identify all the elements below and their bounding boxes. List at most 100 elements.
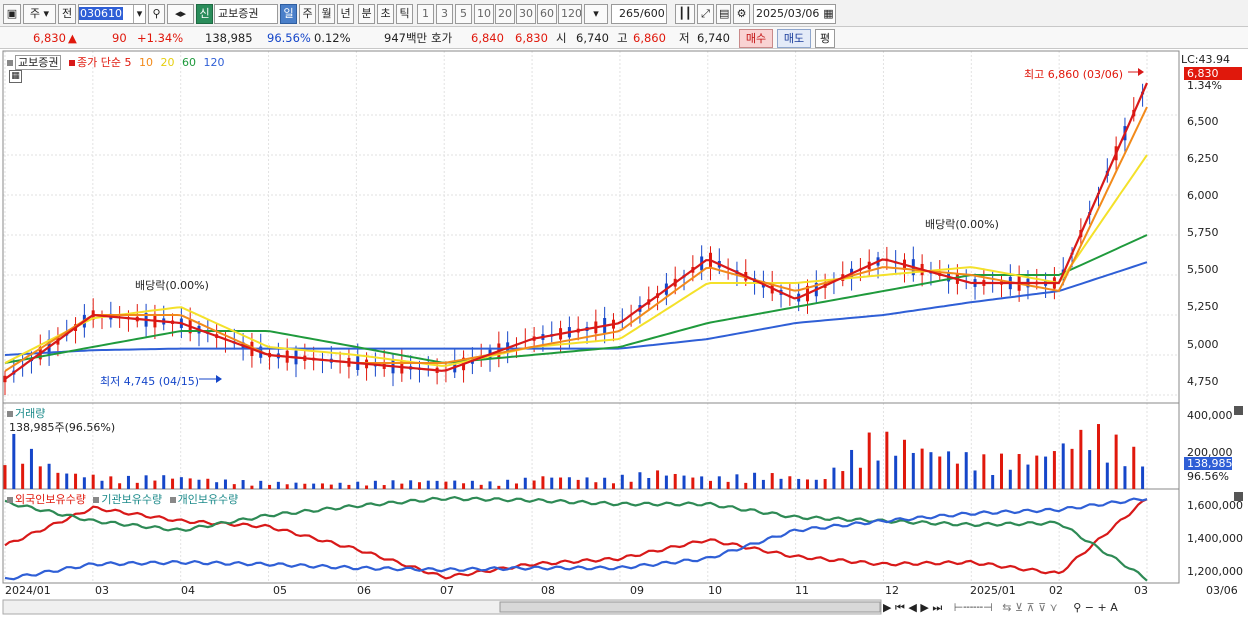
- stock-name-field[interactable]: 교보증권: [214, 4, 278, 24]
- search-icon[interactable]: ⚲: [148, 4, 165, 24]
- interval-60[interactable]: 60: [537, 4, 557, 24]
- volume-bar: [3, 465, 7, 489]
- gear-icon[interactable]: ⚙: [733, 4, 750, 24]
- count-field[interactable]: 265/600: [611, 4, 667, 24]
- x-label: 04: [181, 584, 195, 597]
- interval-20[interactable]: 20: [495, 4, 515, 24]
- prev-button[interactable]: 전: [58, 4, 76, 24]
- dividend-note-1: 배당락(0.00%): [135, 279, 209, 292]
- zoom-out-icon[interactable]: −: [1085, 601, 1094, 614]
- volume-bar: [1044, 456, 1048, 489]
- prev-page-icon[interactable]: ◀: [908, 601, 916, 614]
- volume-bar: [894, 455, 898, 489]
- hold-y-tick: 1,400,000: [1187, 532, 1243, 545]
- period-second[interactable]: 초: [377, 4, 394, 24]
- interval-120[interactable]: 120: [558, 4, 582, 24]
- interval-custom-select[interactable]: ▾: [584, 4, 608, 24]
- date-field[interactable]: 2025/03/06 ▦: [753, 4, 836, 24]
- tool-icons[interactable]: ⇆ ⊻ ⊼ ⊽ ⋎: [1002, 601, 1057, 614]
- x-label: 2024/01: [5, 584, 51, 597]
- volume-bar: [1061, 443, 1065, 489]
- volume-bars: [3, 424, 1145, 489]
- layout-icon[interactable]: ▣: [3, 4, 21, 24]
- rewind-icon[interactable]: ⏮: [895, 601, 905, 614]
- volume-bar: [876, 460, 880, 489]
- volume-bar: [867, 432, 871, 489]
- interval-3[interactable]: 3: [436, 4, 453, 24]
- period-tick[interactable]: 틱: [396, 4, 413, 24]
- zoom-search-icon[interactable]: ⚲: [1073, 601, 1081, 614]
- volume-bar: [1123, 466, 1127, 489]
- volume-bar: [47, 463, 51, 489]
- period-year[interactable]: 년: [337, 4, 354, 24]
- save-icon[interactable]: ▤: [716, 4, 731, 24]
- scroll-range-icon[interactable]: ⊢╌╌╌⊣: [954, 601, 993, 614]
- count-value: 265: [619, 7, 640, 20]
- volume-bar: [1141, 466, 1145, 489]
- volume-bar: [999, 453, 1003, 489]
- volume-bar: [1070, 448, 1074, 489]
- font-size-icon[interactable]: A: [1110, 601, 1118, 614]
- volume-bar: [611, 483, 615, 489]
- volume-bar: [356, 481, 360, 489]
- price-chart-area[interactable]: [0, 49, 1248, 621]
- volume-bar: [479, 484, 483, 489]
- y-tick: 5,750: [1187, 226, 1219, 239]
- play-icon[interactable]: ▶: [883, 601, 891, 614]
- volume-bar: [1105, 462, 1109, 489]
- x-label: 06: [357, 584, 371, 597]
- volume-bar: [964, 452, 968, 489]
- eval-button[interactable]: 평: [815, 29, 835, 48]
- volume-bar: [373, 480, 377, 489]
- interval-5[interactable]: 5: [455, 4, 472, 24]
- new-listing-badge: 신: [196, 4, 213, 24]
- volume-bar: [647, 477, 651, 489]
- calendar-icon[interactable]: ▦: [822, 5, 835, 23]
- period-month[interactable]: 월: [318, 4, 335, 24]
- end-icon[interactable]: ⏭: [932, 601, 942, 614]
- low-marker-arrow: [216, 375, 222, 383]
- price-change-pct: +1.34%: [137, 31, 184, 45]
- chevron-down-icon[interactable]: ▾: [133, 5, 145, 23]
- period-week[interactable]: 주: [299, 4, 316, 24]
- volume-bar: [673, 473, 677, 489]
- volume-bar: [197, 479, 201, 489]
- zoom-in-icon[interactable]: +: [1097, 601, 1106, 614]
- sell-button[interactable]: 매도: [777, 29, 811, 48]
- volume-bar: [294, 482, 298, 489]
- interval-10[interactable]: 10: [474, 4, 494, 24]
- volume-bar: [453, 480, 457, 489]
- candle-icon[interactable]: ┃┃: [675, 4, 695, 24]
- speaker-icon[interactable]: ◂▸: [167, 4, 194, 24]
- y-tick: 6,000: [1187, 189, 1219, 202]
- period-minute[interactable]: 분: [358, 4, 375, 24]
- legend-swatch: [7, 411, 13, 417]
- individual-holdings-label: 개인보유수량: [177, 493, 239, 506]
- volume-bar: [171, 478, 175, 489]
- hold-y-tick: 1,600,000: [1187, 499, 1243, 512]
- volume-bar: [444, 481, 448, 489]
- x-label: 11: [795, 584, 809, 597]
- panel-close-icon[interactable]: [1234, 406, 1243, 415]
- volume-bar: [312, 483, 316, 489]
- x-label: 08: [541, 584, 555, 597]
- volume-bar: [700, 476, 704, 489]
- volume-bar: [691, 477, 695, 489]
- period-day[interactable]: 일: [280, 4, 297, 24]
- stock-code-input[interactable]: 030610 ▾: [78, 4, 146, 24]
- table-icon[interactable]: ▦: [9, 70, 22, 83]
- interval-1[interactable]: 1: [417, 4, 434, 24]
- buy-button[interactable]: 매수: [739, 29, 773, 48]
- draw-tool-icon[interactable]: ⤢: [697, 4, 714, 24]
- next-page-icon[interactable]: ▶: [920, 601, 928, 614]
- volume-bar: [400, 483, 404, 489]
- volume-bar: [603, 477, 607, 489]
- scrollbar-thumb[interactable]: [499, 601, 881, 613]
- ma-5-label: 5: [124, 56, 132, 69]
- ma-60-label: 60: [181, 56, 196, 69]
- low-price-note: 최저 4,745 (04/15): [100, 375, 200, 388]
- chart-type-select[interactable]: 주 ▾: [23, 4, 56, 24]
- volume-bar: [56, 472, 60, 489]
- interval-30[interactable]: 30: [516, 4, 536, 24]
- hoga-label: 호가: [431, 31, 453, 45]
